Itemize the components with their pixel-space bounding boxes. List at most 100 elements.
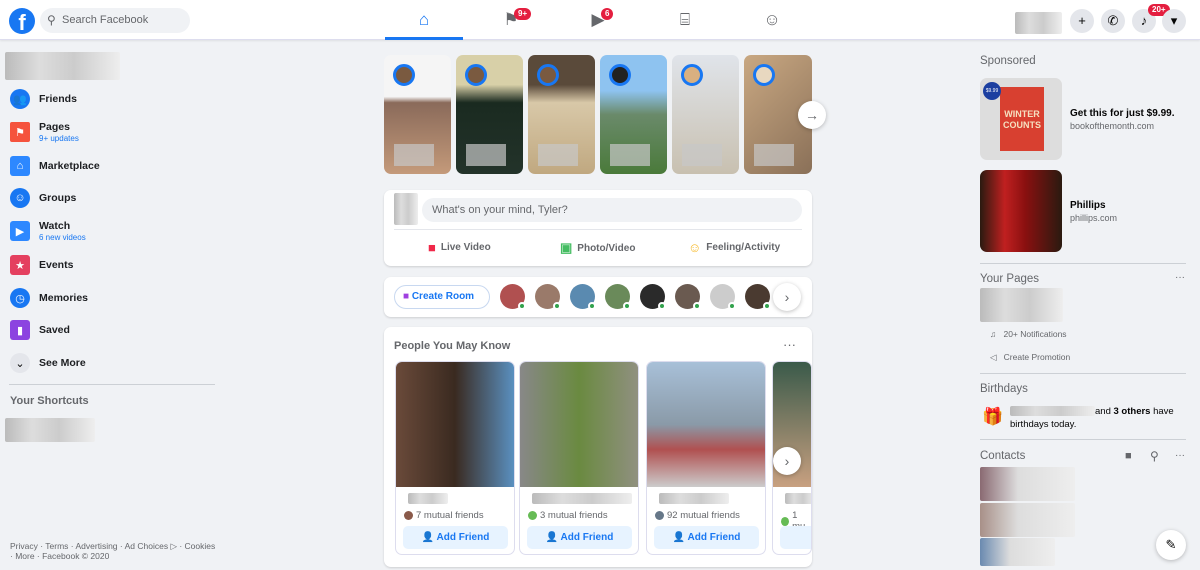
birthday-text[interactable]: and 3 others have birthdays today.	[1010, 405, 1180, 431]
contact-avatar[interactable]	[535, 284, 561, 310]
avatar	[609, 64, 631, 86]
shortcut-item[interactable]	[5, 418, 95, 442]
create-button[interactable]: +	[1070, 9, 1094, 33]
story-card[interactable]	[672, 55, 739, 174]
divider	[980, 263, 1186, 264]
contact-avatar[interactable]	[710, 284, 736, 310]
sidebar-item-see-more[interactable]: ⌄ See More	[10, 351, 86, 375]
contact-item[interactable]	[980, 503, 1075, 537]
search-icon[interactable]: ⚲	[1150, 449, 1159, 463]
page-notifications-link[interactable]: ♫ 20+ Notifications	[990, 329, 1067, 339]
person-card[interactable]: 92 mutual friends 👤 Add Friend	[646, 361, 766, 555]
add-friend-button[interactable]: 👤 Add Friend	[403, 526, 508, 549]
ad-image-phillips[interactable]	[980, 170, 1062, 252]
sidebar-item-saved[interactable]: ▮ Saved	[10, 318, 70, 342]
ad-domain[interactable]: phillips.com	[1070, 213, 1117, 223]
sidebar-item-events[interactable]: ★ Events	[10, 253, 73, 277]
live-video-button[interactable]: ■ Live Video	[428, 240, 491, 255]
search-input[interactable]: ⚲ Search Facebook	[40, 8, 190, 33]
chevron-right-icon: ›	[784, 453, 790, 469]
contact-avatar[interactable]	[675, 284, 701, 310]
add-friend-button[interactable]: 👤 Add Friend	[527, 526, 632, 549]
story-card[interactable]	[456, 55, 523, 174]
top-bar: f ⚲ Search Facebook ⌂ ⚑ 9+ ▶ 6 ⌸ ☺ + ✆ ♪ 20…	[0, 0, 1200, 40]
person-card[interactable]: 3 mutual friends 👤 Add Friend	[519, 361, 639, 555]
divider	[394, 229, 802, 230]
facebook-logo[interactable]: f	[9, 8, 35, 34]
book-cover: WINTER COUNTS	[1000, 87, 1044, 151]
your-pages-title: Your Pages	[980, 273, 1040, 285]
ad-image-book[interactable]: WINTER COUNTS $9.99	[980, 78, 1062, 160]
contact-item[interactable]	[980, 538, 1055, 566]
contact-item[interactable]	[980, 467, 1075, 501]
friends-icon: 👥	[10, 89, 30, 109]
shortcuts-title: Your Shortcuts	[10, 395, 89, 407]
photo-icon: ▣	[560, 240, 573, 255]
tab-marketplace[interactable]: ⌸	[646, 0, 724, 40]
arrow-right-icon: →	[805, 107, 819, 123]
photo-video-button[interactable]: ▣ Photo/Video	[560, 240, 635, 256]
tab-watch[interactable]: ▶ 6	[559, 0, 637, 40]
add-friend-button[interactable]: 👤	[780, 526, 811, 549]
tab-groups[interactable]: ☺	[733, 0, 811, 40]
bell-icon: ♪	[1140, 13, 1148, 28]
avatar	[537, 64, 559, 86]
contact-avatar[interactable]	[500, 284, 526, 310]
caret-down-icon: ▾	[1170, 13, 1178, 28]
search-icon: ⚲	[47, 13, 56, 27]
feeling-activity-button[interactable]: ☺ Feeling/Activity	[688, 240, 780, 255]
chevron-right-icon: ›	[784, 289, 790, 305]
messenger-icon: ✆	[1107, 13, 1119, 28]
sidebar-item-friends[interactable]: 👥 Friends	[10, 87, 77, 111]
tab-pages[interactable]: ⚑ 9+	[472, 0, 550, 40]
video-camera-icon: ■	[428, 240, 436, 255]
video-plus-icon: ■	[403, 291, 410, 302]
create-room-button[interactable]: ■ Create Room	[394, 285, 490, 309]
story-card[interactable]	[384, 55, 451, 174]
contact-avatar[interactable]	[745, 284, 771, 310]
contact-avatar[interactable]	[570, 284, 596, 310]
contact-avatar[interactable]	[605, 284, 631, 310]
person-card[interactable]: 7 mutual friends 👤 Add Friend	[395, 361, 515, 555]
groups-icon: ☺	[10, 188, 30, 208]
messenger-button[interactable]: ✆	[1101, 9, 1125, 33]
story-card[interactable]	[600, 55, 667, 174]
rooms-next-button[interactable]: ›	[773, 283, 801, 311]
create-promotion-link[interactable]: ◁ Create Promotion	[990, 352, 1070, 363]
contact-avatar[interactable]	[640, 284, 666, 310]
ad-title[interactable]: Get this for just $9.99.	[1070, 108, 1174, 119]
smiley-icon: ☺	[688, 240, 702, 255]
new-room-icon[interactable]: ■	[1125, 450, 1132, 462]
watch-icon: ▶	[10, 221, 30, 241]
sidebar-item-pages[interactable]: ⚑ Pages 9+ updates	[10, 120, 79, 144]
profile-name[interactable]	[1015, 12, 1062, 34]
story-card[interactable]	[528, 55, 595, 174]
tab-home[interactable]: ⌂	[385, 0, 463, 40]
add-friend-button[interactable]: 👤 Add Friend	[654, 526, 759, 549]
birthdays-title: Birthdays	[980, 383, 1028, 395]
stories-next-button[interactable]: →	[798, 101, 826, 129]
divider	[9, 384, 215, 385]
avatar	[465, 64, 487, 86]
ad-domain[interactable]: bookofthemonth.com	[1070, 121, 1154, 131]
divider	[980, 373, 1186, 374]
price-badge: $9.99	[983, 82, 1001, 100]
more-options-icon[interactable]: ···	[1175, 272, 1185, 283]
ad-title[interactable]: Phillips	[1070, 200, 1106, 211]
watch-badge: 6	[601, 8, 614, 20]
pymk-next-button[interactable]: ›	[773, 447, 801, 475]
sidebar-item-marketplace[interactable]: ⌂ Marketplace	[10, 154, 100, 178]
sidebar-item-memories[interactable]: ◷ Memories	[10, 286, 88, 310]
sidebar-item-watch[interactable]: ▶ Watch 6 new videos	[10, 219, 86, 243]
page-item[interactable]	[980, 288, 1063, 322]
profile-link[interactable]	[5, 52, 120, 80]
new-message-button[interactable]: ✎	[1156, 530, 1186, 560]
sidebar-item-groups[interactable]: ☺ Groups	[10, 186, 76, 210]
footer-links[interactable]: Privacy · Terms · Advertising · Ad Choic…	[10, 541, 215, 561]
more-options-icon[interactable]: ···	[783, 337, 796, 352]
marketplace-icon: ⌸	[679, 10, 691, 29]
status-input[interactable]: What's on your mind, Tyler?	[422, 198, 802, 222]
more-options-icon[interactable]: ···	[1175, 450, 1185, 461]
account-menu-button[interactable]: ▾	[1162, 9, 1186, 33]
avatar	[753, 64, 775, 86]
